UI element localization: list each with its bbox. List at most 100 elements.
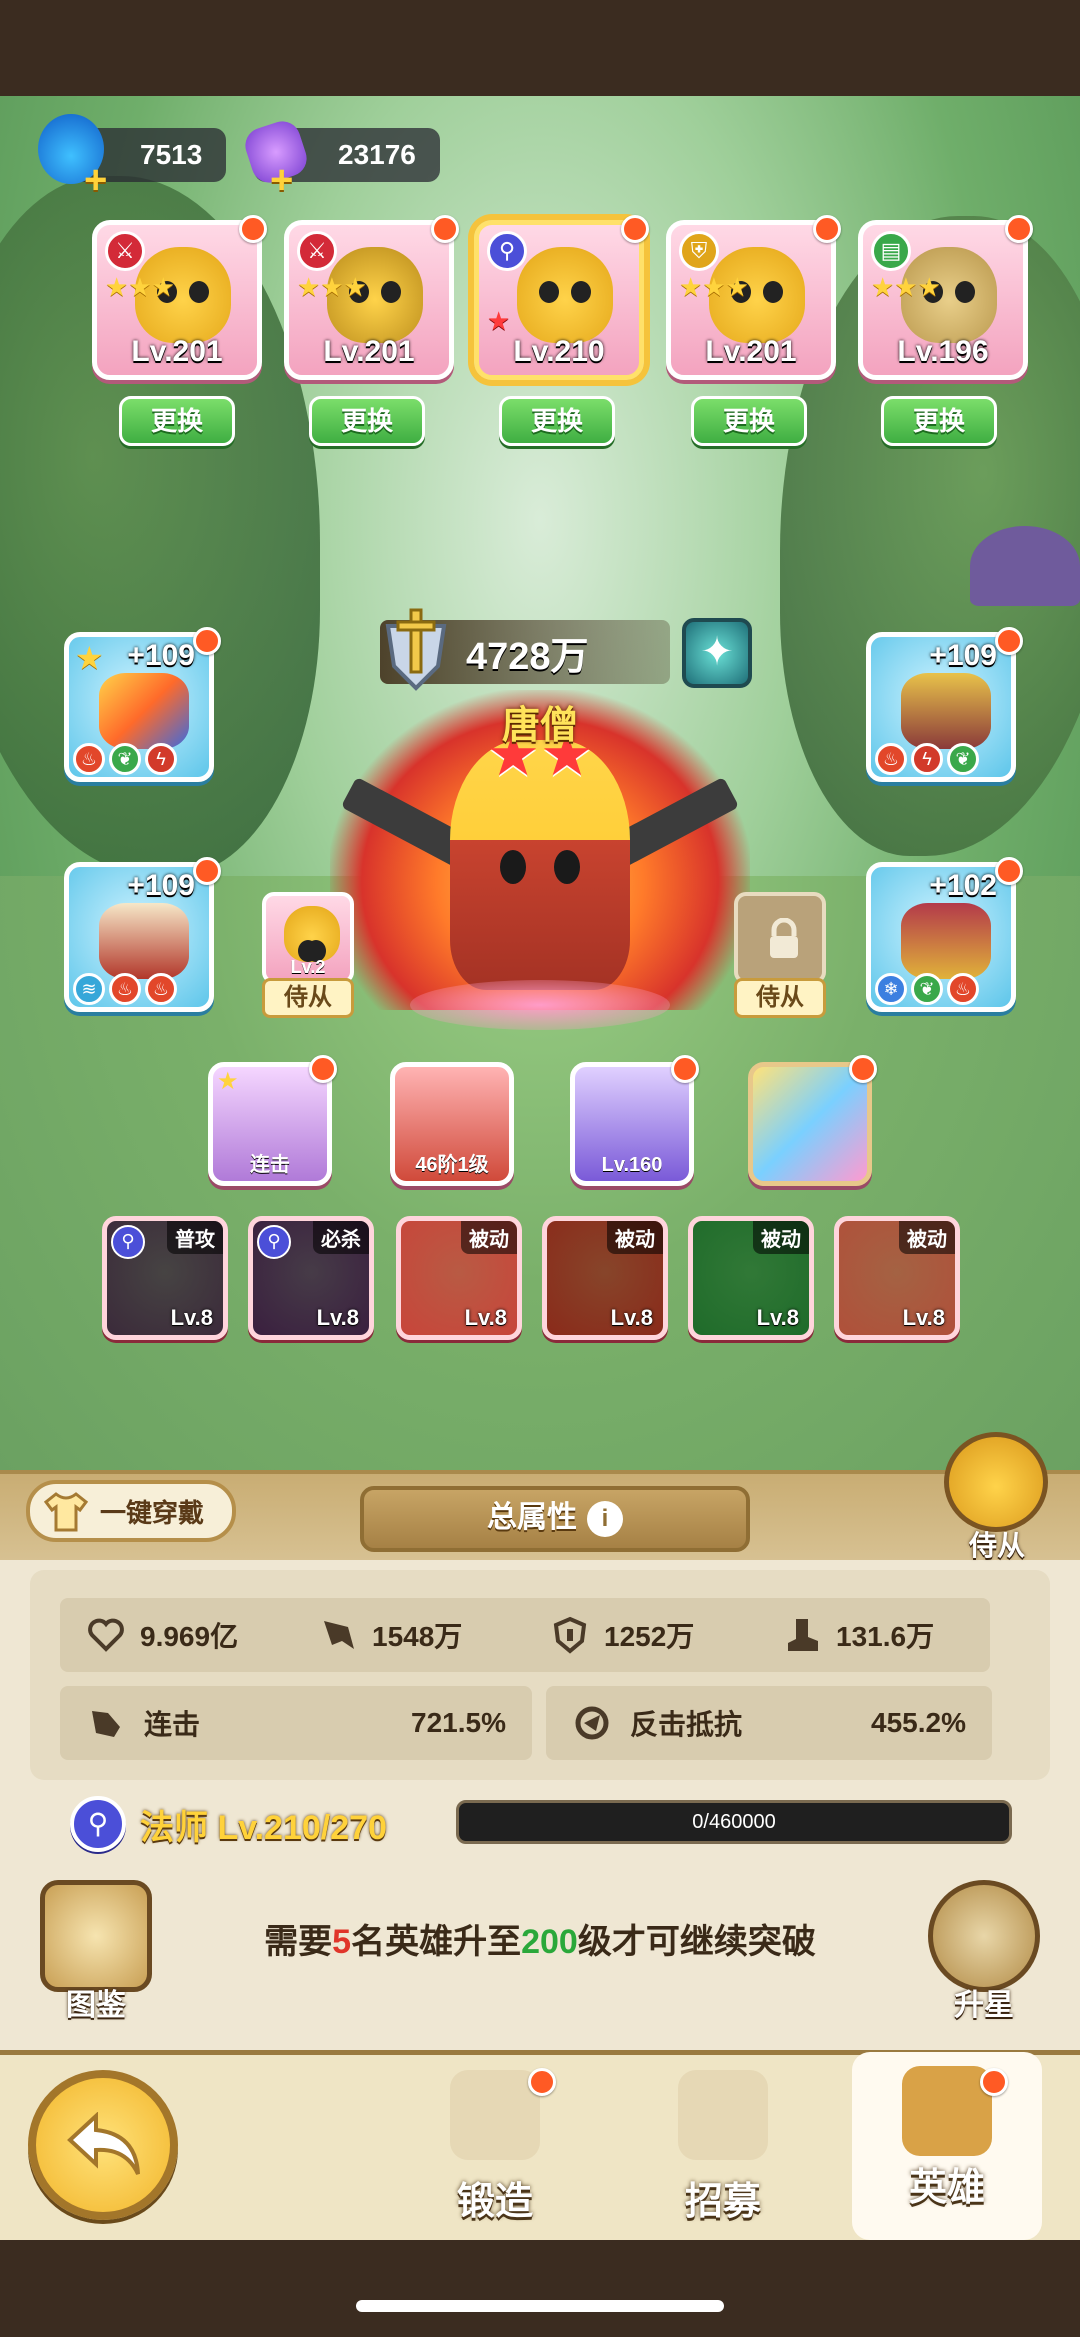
star-up-button[interactable]: 升星 [922, 1880, 1046, 2022]
swap-hero-button-5[interactable]: 更换 [881, 396, 997, 446]
hero-level: Lv.210 [513, 335, 605, 368]
base-stats-row: 9.969亿 1548万 1252万 131.6万 [60, 1598, 990, 1672]
item-pet[interactable]: Lv.160 [570, 1055, 699, 1186]
swap-hero-button-4[interactable]: 更换 [691, 396, 807, 446]
notification-dot [193, 857, 221, 885]
star-up-helmet-icon [928, 1880, 1040, 1992]
star-rating: ★★★ [297, 274, 367, 300]
counter-resist-icon [575, 1706, 609, 1740]
team-hero-card-2[interactable]: ⚔ ★★★ Lv.201 [284, 215, 459, 380]
hero-level: Lv.201 [705, 335, 797, 368]
enhance-level: +102 [929, 869, 997, 902]
total-attributes-button[interactable]: 总属性 i [360, 1486, 750, 1552]
info-icon[interactable]: i [587, 1501, 623, 1538]
skill-level: Lv.8 [316, 1305, 359, 1330]
nav-tab-recruit[interactable]: 招募 [638, 2070, 808, 2230]
staff-icon: ⚲ [487, 231, 527, 271]
notification-dot [239, 215, 267, 243]
attack-icon [324, 1621, 354, 1649]
follower-slot-right-locked[interactable] [734, 892, 826, 984]
class-level-label: 法师 Lv.210/270 [140, 1808, 387, 1847]
recruit-icon [678, 2070, 768, 2160]
aura-skill-icon[interactable]: ✦ [682, 618, 752, 688]
skill-level: Lv.8 [902, 1305, 945, 1330]
currency-value: 7513 [140, 139, 203, 170]
follower-face-icon [944, 1432, 1048, 1532]
ice-gem-icon: ❄ [875, 973, 907, 1005]
stat-defense: 1252万 [524, 1615, 756, 1655]
shirt-icon [44, 1492, 88, 1532]
team-hero-card-4[interactable]: ⛨ ★★★ Lv.201 [666, 215, 841, 380]
item-wings[interactable]: 46阶1级 [390, 1062, 514, 1186]
equipment-armor-slot[interactable]: +109 ≋ ♨ ♨ [64, 857, 221, 1012]
back-button[interactable] [28, 2070, 178, 2220]
notification-dot [431, 215, 459, 243]
bottom-frame [0, 2240, 1080, 2337]
notification-dot [995, 627, 1023, 655]
mage-staff-icon: ⚲ [70, 1796, 126, 1852]
codex-button[interactable]: 图鉴 [34, 1880, 158, 2022]
enhance-level: +109 [127, 869, 195, 902]
one-click-equip-button[interactable]: 一键穿戴 [26, 1480, 236, 1542]
skill-tag: 被动 [461, 1221, 517, 1254]
nav-tab-hero[interactable]: 英雄 [852, 2052, 1042, 2240]
skill-level: Lv.8 [464, 1305, 507, 1330]
skill-basic-attack[interactable]: ⚲ 普攻 Lv.8 [102, 1216, 228, 1340]
star-icon: ★ [75, 640, 104, 676]
combo-icon [92, 1711, 120, 1737]
notification-dot [528, 2068, 556, 2096]
notification-dot [849, 1055, 877, 1083]
sword-icon: ⚔ [105, 231, 145, 271]
scroll-icon [450, 2070, 540, 2160]
item-cube[interactable] [748, 1055, 877, 1186]
equipment-boots-slot[interactable]: +102 ❄ ❦ ♨ [866, 857, 1023, 1012]
class-level-row: ⚲ 法师 Lv.210/270 [70, 1794, 387, 1854]
status-bar [0, 0, 1080, 96]
follower-button[interactable]: 侍从 [936, 1432, 1058, 1562]
swap-hero-button-3[interactable]: 更换 [499, 396, 615, 446]
nav-tab-forge[interactable]: 锻造 [410, 2068, 580, 2230]
home-indicator[interactable] [356, 2300, 724, 2312]
enhance-level: +109 [929, 639, 997, 672]
item-label: Lv.160 [601, 1154, 663, 1176]
leaf-gem-icon: ❦ [911, 973, 943, 1005]
skill-level: Lv.8 [170, 1305, 213, 1330]
equipment-helmet-slot[interactable]: +109 ♨ ϟ ❦ [866, 627, 1023, 782]
skill-ultimate[interactable]: ⚲ 必杀 Lv.8 [248, 1216, 374, 1340]
equipment-weapon-slot[interactable]: ★ +109 ♨ ❦ ϟ [64, 627, 221, 782]
skill-passive-3[interactable]: 被动 Lv.8 [688, 1216, 814, 1340]
notification-dot [995, 857, 1023, 885]
one-click-equip-label: 一键穿戴 [100, 1497, 205, 1528]
stat-speed: 131.6万 [756, 1615, 988, 1655]
team-hero-card-5[interactable]: ▤ ★★★ Lv.196 [858, 215, 1033, 380]
notification-dot [980, 2068, 1008, 2096]
add-currency-icon[interactable]: + [84, 158, 107, 203]
star-rating: ★★★ [871, 274, 941, 300]
item-label: 连击 [250, 1154, 290, 1176]
item-combo-artifact[interactable]: ★ 连击 [208, 1055, 337, 1186]
star-up-label: 升星 [954, 1989, 1014, 2022]
enhance-level: +109 [127, 639, 195, 672]
skill-passive-4[interactable]: 被动 Lv.8 [834, 1216, 960, 1340]
add-currency-icon[interactable]: + [270, 158, 293, 203]
swap-hero-button-1[interactable]: 更换 [119, 396, 235, 446]
currency-value: 23176 [338, 139, 416, 170]
currency-blue-flame[interactable]: + 7513 [38, 114, 226, 202]
follower-slot-left[interactable]: Lv.2 [262, 892, 354, 984]
notification-dot [1005, 215, 1033, 243]
skill-passive-1[interactable]: 被动 Lv.8 [396, 1216, 522, 1340]
skill-tag: 普攻 [167, 1221, 223, 1254]
currency-purple-crystal[interactable]: + 23176 [240, 116, 440, 202]
fire-gem-icon: ♨ [947, 973, 979, 1005]
team-hero-card-3-selected[interactable]: ⚲ ★ Lv.210 [474, 215, 649, 380]
experience-text: 0/460000 [692, 1811, 776, 1833]
team-hero-card-1[interactable]: ⚔ ★★★ Lv.201 [92, 215, 267, 380]
sword-icon: ⚔ [297, 231, 337, 271]
hero-level: Lv.201 [131, 335, 223, 368]
leaf-gem-icon: ❦ [947, 743, 979, 775]
skill-passive-2[interactable]: 被动 Lv.8 [542, 1216, 668, 1340]
back-arrow-icon [67, 2112, 140, 2175]
codex-label: 图鉴 [66, 1989, 126, 2022]
swap-hero-button-2[interactable]: 更换 [309, 396, 425, 446]
experience-bar: 0/460000 [456, 1800, 1012, 1844]
